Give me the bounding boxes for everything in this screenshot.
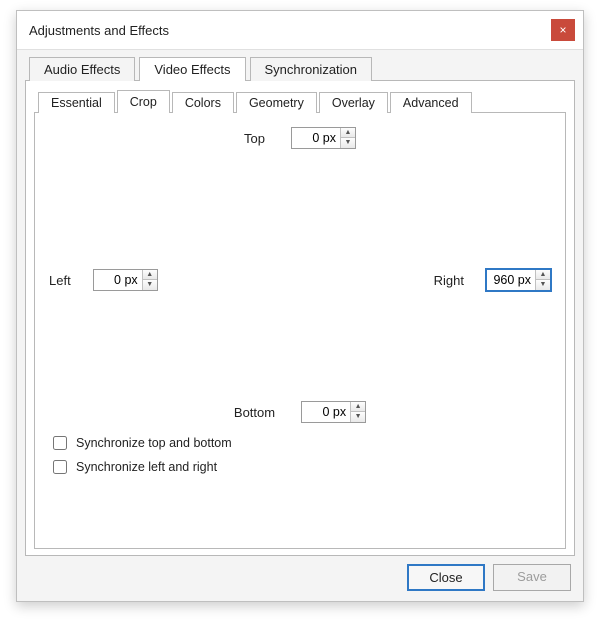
tab-overlay[interactable]: Overlay: [319, 92, 388, 113]
window-title: Adjustments and Effects: [29, 23, 169, 38]
crop-top-row: Top ▲ ▼: [49, 127, 551, 149]
tab-crop[interactable]: Crop: [117, 90, 170, 113]
crop-left-stepper: ▲ ▼: [142, 270, 157, 290]
dialog-footer: Close Save: [25, 556, 575, 593]
crop-bottom-step-up[interactable]: ▲: [351, 402, 365, 412]
crop-top-label: Top: [244, 131, 265, 146]
tab-essential[interactable]: Essential: [38, 92, 115, 113]
crop-right-stepper: ▲ ▼: [535, 270, 550, 290]
tab-geometry[interactable]: Geometry: [236, 92, 317, 113]
crop-left-label: Left: [49, 273, 71, 288]
crop-right-label: Right: [434, 273, 464, 288]
tab-video-effects[interactable]: Video Effects: [139, 57, 245, 81]
sync-left-right-checkbox[interactable]: [53, 460, 67, 474]
crop-left-input[interactable]: [94, 270, 142, 290]
crop-left-step-down[interactable]: ▼: [143, 280, 157, 290]
close-window-button[interactable]: ×: [551, 19, 575, 41]
sync-top-bottom-checkbox[interactable]: [53, 436, 67, 450]
tab-advanced[interactable]: Advanced: [390, 92, 472, 113]
sync-top-bottom-label: Synchronize top and bottom: [76, 436, 232, 450]
tabs-inner: Essential Crop Colors Geometry Overlay A…: [34, 89, 566, 113]
crop-top-stepper: ▲ ▼: [340, 128, 355, 148]
tab-synchronization[interactable]: Synchronization: [250, 57, 373, 81]
crop-top-step-up[interactable]: ▲: [341, 128, 355, 138]
save-button: Save: [493, 564, 571, 591]
video-effects-panel: Essential Crop Colors Geometry Overlay A…: [25, 81, 575, 556]
crop-right-input[interactable]: [487, 270, 535, 290]
close-button[interactable]: Close: [407, 564, 485, 591]
crop-top-input[interactable]: [292, 128, 340, 148]
window-frame: Adjustments and Effects × Audio Effects …: [16, 10, 584, 602]
crop-top-step-down[interactable]: ▼: [341, 138, 355, 148]
crop-right-step-down[interactable]: ▼: [536, 280, 550, 290]
sync-left-right-check[interactable]: Synchronize left and right: [49, 457, 551, 477]
sync-left-right-label: Synchronize left and right: [76, 460, 217, 474]
crop-bottom-spinner[interactable]: ▲ ▼: [301, 401, 366, 423]
crop-bottom-input[interactable]: [302, 402, 350, 422]
dialog-body: Audio Effects Video Effects Synchronizat…: [17, 49, 583, 601]
crop-right-group: Right ▲ ▼: [434, 269, 551, 291]
crop-left-step-up[interactable]: ▲: [143, 270, 157, 280]
crop-top-spinner[interactable]: ▲ ▼: [291, 127, 356, 149]
tab-audio-effects[interactable]: Audio Effects: [29, 57, 135, 81]
crop-right-step-up[interactable]: ▲: [536, 270, 550, 280]
crop-mid-row: Left ▲ ▼ Right: [49, 269, 551, 291]
crop-right-spinner[interactable]: ▲ ▼: [486, 269, 551, 291]
crop-left-spinner[interactable]: ▲ ▼: [93, 269, 158, 291]
titlebar: Adjustments and Effects ×: [17, 11, 583, 49]
crop-bottom-row: Bottom ▲ ▼: [49, 401, 551, 423]
crop-panel: Top ▲ ▼ Left: [34, 113, 566, 549]
dialog-window: Adjustments and Effects × Audio Effects …: [0, 0, 600, 620]
crop-bottom-stepper: ▲ ▼: [350, 402, 365, 422]
crop-bottom-label: Bottom: [234, 405, 275, 420]
crop-sync-checks: Synchronize top and bottom Synchronize l…: [49, 433, 551, 477]
crop-left-group: Left ▲ ▼: [49, 269, 158, 291]
crop-bottom-step-down[interactable]: ▼: [351, 412, 365, 422]
close-icon: ×: [559, 24, 566, 36]
tabs-top: Audio Effects Video Effects Synchronizat…: [25, 56, 575, 81]
tab-colors[interactable]: Colors: [172, 92, 234, 113]
sync-top-bottom-check[interactable]: Synchronize top and bottom: [49, 433, 551, 453]
